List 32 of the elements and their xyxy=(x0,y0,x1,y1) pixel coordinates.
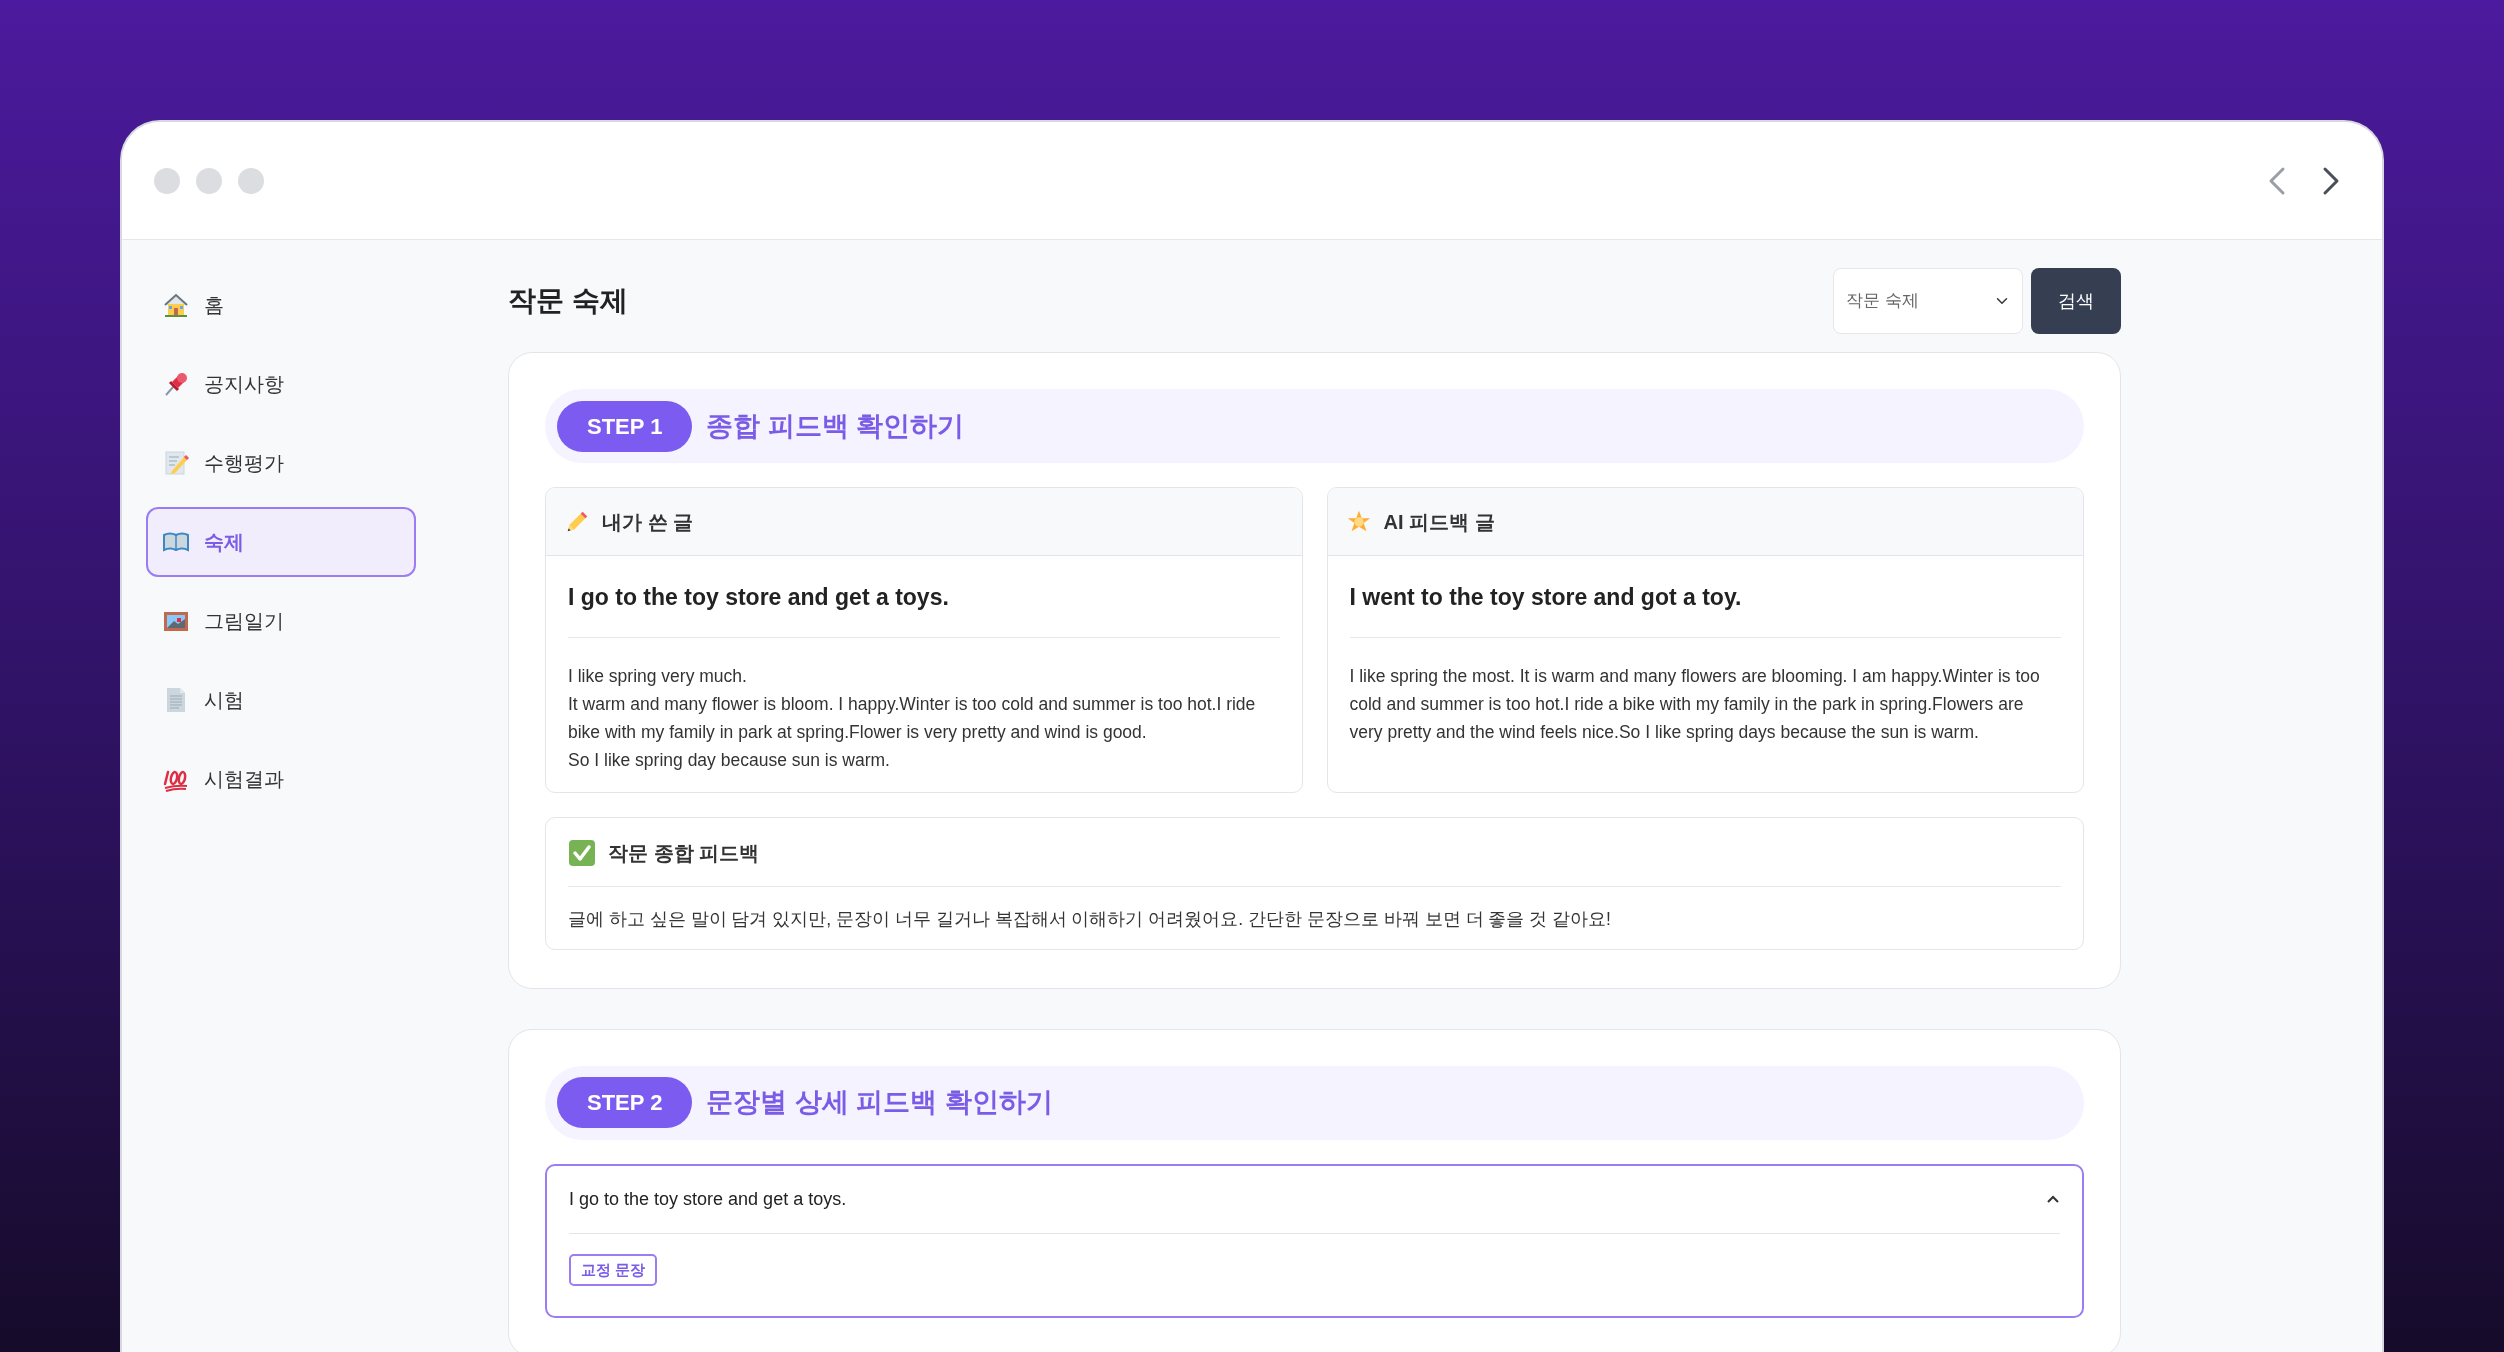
window-dot xyxy=(238,167,264,194)
sidebar-item[interactable]: 그림일기 xyxy=(146,586,416,656)
step-badge: STEP 1 xyxy=(557,400,693,452)
sidebar-item[interactable]: 공지사항 xyxy=(146,349,416,419)
sidebar-item[interactable]: 시험 xyxy=(146,665,416,735)
essay-text: I like spring the most. It is warm and many flowers are blooming. I am happy.Winter is too cold and summer is too hot.I ride a bike with my family in the park in spring.Flowers are very pretty and the wind feels nice.So I like spring days because the sun is warm. xyxy=(1349,664,2041,744)
step-title: 종합 피드백 확인하기 xyxy=(706,409,965,443)
panel-title: 내가 쓴 글 xyxy=(602,509,694,535)
sidebar-item[interactable]: 숙제 xyxy=(146,507,416,577)
window-dot xyxy=(196,167,222,194)
sentence-toggle[interactable]: I go to the toy store and get a toys. xyxy=(569,1165,2060,1234)
correction-tag: 교정 문장 xyxy=(569,1253,658,1286)
panel-title: AI 피드백 글 xyxy=(1383,509,1495,535)
check-mark-icon xyxy=(568,838,596,867)
sidebar-item[interactable]: 홈 xyxy=(146,270,416,340)
sentence-text: I go to the toy store and get a toys. xyxy=(569,1187,847,1211)
step-title: 문장별 상세 피드백 확인하기 xyxy=(706,1086,1053,1120)
feedback-text: 글에 하고 싶은 말이 담겨 있지만, 문장이 너무 길거나 복잡해서 이해하기 어려웠어요. 간단한 문장으로 바꿔 보면 더 좋을 것 같아요! xyxy=(568,907,1612,931)
headline-sentence: I go to the toy store and get a toys. xyxy=(568,580,1280,638)
essay-text: I like spring very much. It warm and many flower is bloom. I happy.Winter is too cold and summer is too hot.I ride bike with my family in park at spring.Flower is very pretty and wind is good. So I like spring day because sun is warm. xyxy=(568,664,1257,772)
sidebar-item[interactable]: 시험결과 xyxy=(146,744,416,814)
filter-select[interactable]: 작문 숙제 xyxy=(1833,268,2023,334)
house-icon xyxy=(162,291,190,319)
window-dot xyxy=(154,167,180,194)
headline-sentence: I went to the toy store and got a toy. xyxy=(1349,580,2061,638)
search-button[interactable]: 검색 xyxy=(2031,268,2121,334)
page-title: 작문 숙제 xyxy=(508,284,628,318)
feedback-title: 작문 종합 피드백 xyxy=(608,840,760,866)
pushpin-icon xyxy=(162,370,190,398)
memo-icon xyxy=(162,449,190,477)
step-badge: STEP 2 xyxy=(557,1077,693,1128)
sidebar-item[interactable]: 수행평가 xyxy=(146,428,416,498)
